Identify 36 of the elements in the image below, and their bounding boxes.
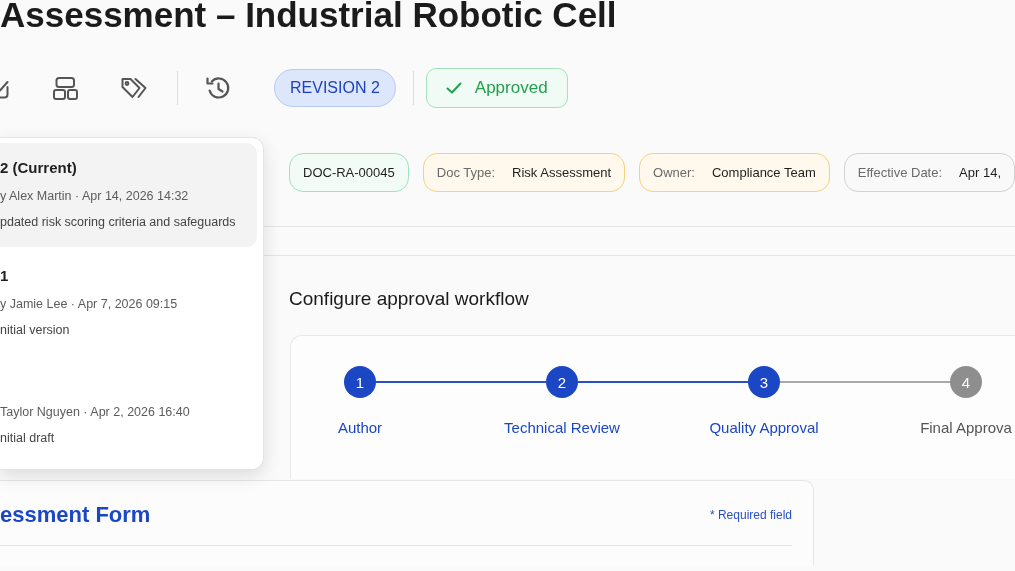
history-icon[interactable]: [205, 74, 232, 102]
tags-icon[interactable]: [121, 77, 149, 99]
step-label: Author: [337, 419, 383, 437]
chip-label: Effective Date:: [857, 165, 943, 180]
step-circle: 1: [344, 366, 376, 398]
step-label: Quality Approval: [709, 419, 819, 437]
revision-badge: REVISION 2: [274, 69, 396, 107]
step-circle: 3: [748, 366, 780, 398]
section-heading: Configure approval workflow: [289, 287, 529, 311]
version-note: pdated risk scoring criteria and safeguards: [0, 214, 236, 231]
step-circle: 4: [950, 366, 982, 398]
version-meta: y Alex Martin · Apr 14, 2026 14:32: [0, 188, 189, 205]
chip-value: Risk Assessment: [512, 165, 612, 180]
check-icon: [445, 82, 462, 94]
chip-label: Doc Type:: [436, 165, 496, 180]
chip-value: Compliance Team: [711, 165, 816, 180]
form-title: essment Form: [0, 501, 151, 529]
version-meta: y Jamie Lee · Apr 7, 2026 09:15: [0, 296, 178, 313]
chip-value: DOC-RA-00045: [303, 165, 395, 180]
step-circle: 2: [546, 366, 578, 398]
chip-value: Apr 14,: [959, 165, 1001, 180]
version-note: nitial version: [0, 322, 70, 339]
version-item[interactable]: Taylor Nguyen · Apr 2, 2026 16:40 nitial draft: [0, 359, 257, 463]
step-label: Final Approva: [920, 419, 1012, 437]
version-note: nitial draft: [0, 430, 55, 447]
required-note: * Required field: [709, 508, 792, 522]
version-title: 2 (Current): [0, 158, 77, 178]
version-item[interactable]: 1 y Jamie Lee · Apr 7, 2026 09:15 nitial version: [0, 251, 257, 355]
version-title: 1: [0, 266, 9, 286]
status-text: Approved: [474, 78, 548, 98]
layout-icon[interactable]: [53, 76, 78, 100]
chip-label: Owner:: [653, 165, 695, 180]
page-title: Assessment – Industrial Robotic Cell: [0, 0, 617, 30]
step-label: Technical Review: [504, 419, 620, 437]
version-item[interactable]: 2 (Current) y Alex Martin · Apr 14, 2026 14:32 pdated risk scoring criteria and safeguards: [0, 143, 257, 247]
version-meta: Taylor Nguyen · Apr 2, 2026 16:40: [0, 404, 190, 421]
